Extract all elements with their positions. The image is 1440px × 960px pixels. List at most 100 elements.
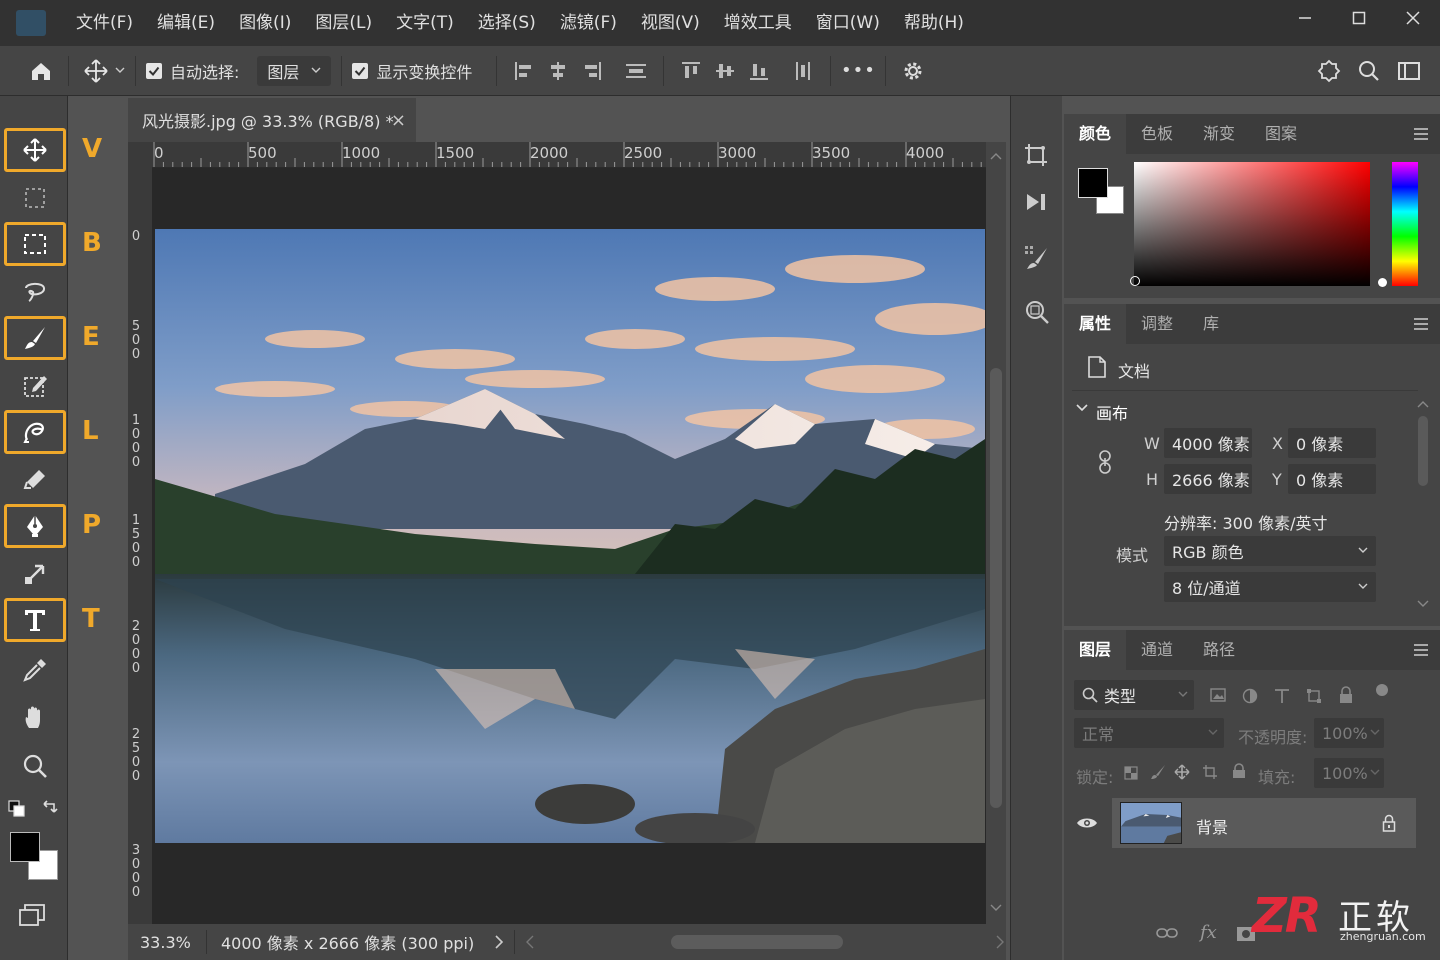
- filter-adjustment-icon[interactable]: [1242, 688, 1258, 704]
- chevron-right-icon[interactable]: [995, 935, 1005, 949]
- eye-icon[interactable]: [1076, 816, 1098, 830]
- mode-dropdown[interactable]: RGB 颜色: [1164, 536, 1376, 566]
- tab-properties[interactable]: 属性: [1064, 304, 1127, 344]
- fx-button[interactable]: fx: [1200, 922, 1217, 943]
- canvas-section-label[interactable]: 画布: [1096, 400, 1128, 424]
- scroll-thumb[interactable]: [1418, 416, 1428, 486]
- ruler-origin[interactable]: [128, 142, 152, 168]
- workspace-button[interactable]: [1392, 54, 1426, 88]
- foreground-color-swatch[interactable]: [1078, 168, 1108, 198]
- distribute-v-button[interactable]: [786, 54, 820, 88]
- crop-icon[interactable]: [1023, 142, 1051, 170]
- tab-channels[interactable]: 通道: [1126, 630, 1188, 670]
- menu-type[interactable]: 文字(T): [384, 0, 466, 46]
- transform-tool[interactable]: [4, 552, 66, 596]
- horizontal-ruler[interactable]: 0 500 1000 1500 2000 2500 3000 3500 4000: [152, 142, 986, 168]
- filter-shape-icon[interactable]: [1306, 688, 1322, 704]
- eyedropper-tool[interactable]: [4, 648, 66, 692]
- tab-color[interactable]: 颜色: [1064, 114, 1127, 154]
- timeline-play-icon[interactable]: [1023, 188, 1051, 216]
- menu-view[interactable]: 视图(V): [629, 0, 712, 46]
- align-bottom-button[interactable]: [742, 54, 776, 88]
- pen-curve-tool[interactable]: [4, 410, 66, 454]
- vertical-scrollbar[interactable]: [986, 142, 1006, 924]
- lock-pixels-icon[interactable]: [1150, 764, 1166, 780]
- horizontal-scroll-thumb[interactable]: [671, 935, 844, 949]
- minimize-button[interactable]: [1278, 0, 1332, 36]
- lock-all-icon[interactable]: [1232, 763, 1246, 779]
- close-window-button[interactable]: [1386, 0, 1440, 36]
- brush-tool[interactable]: [4, 316, 66, 360]
- hue-slider-handle[interactable]: [1378, 278, 1387, 287]
- chevron-down-icon[interactable]: [115, 67, 125, 75]
- filter-toggle[interactable]: [1376, 684, 1388, 696]
- menu-layer[interactable]: 图层(L): [303, 0, 384, 46]
- search-button[interactable]: [1352, 54, 1386, 88]
- screen-mode-button[interactable]: [18, 902, 48, 928]
- canvas-image[interactable]: [155, 229, 985, 843]
- magnify-glyph-icon[interactable]: [1023, 298, 1051, 326]
- brush-settings-icon[interactable]: [1023, 244, 1051, 272]
- tab-adjustments[interactable]: 调整: [1126, 304, 1188, 344]
- document-info[interactable]: 4000 像素 x 2666 像素 (300 ppi): [221, 930, 474, 954]
- filter-pixel-icon[interactable]: [1210, 688, 1226, 702]
- chevron-left-icon[interactable]: [525, 935, 535, 949]
- align-top-button[interactable]: [674, 54, 708, 88]
- scroll-thumb[interactable]: [990, 368, 1002, 808]
- filter-smart-object-icon[interactable]: [1338, 686, 1354, 704]
- artboard-tool[interactable]: [4, 176, 66, 220]
- tab-paths[interactable]: 路径: [1188, 630, 1250, 670]
- home-button[interactable]: [24, 54, 58, 88]
- document-tab[interactable]: 风光摄影.jpg @ 33.3% (RGB/8) * ×: [128, 98, 416, 142]
- tab-gradients[interactable]: 渐变: [1188, 114, 1250, 154]
- swap-colors-icon[interactable]: [40, 800, 60, 820]
- zoom-level[interactable]: 33.3%: [140, 933, 202, 952]
- move-tool[interactable]: [4, 128, 66, 172]
- layer-filter-dropdown[interactable]: 类型: [1074, 680, 1194, 710]
- auto-select-checkbox[interactable]: [146, 62, 162, 79]
- color-panel-swatches[interactable]: [1078, 168, 1126, 216]
- menu-filter[interactable]: 滤镜(F): [548, 0, 629, 46]
- color-picker-cursor[interactable]: [1130, 276, 1140, 286]
- distribute-h-button[interactable]: [619, 54, 653, 88]
- menu-plugins[interactable]: 增效工具: [712, 0, 804, 46]
- zoom-tool[interactable]: [4, 744, 66, 788]
- align-left-button[interactable]: [507, 54, 541, 88]
- layer-row[interactable]: 背景: [1112, 798, 1416, 848]
- link-icon[interactable]: [1098, 450, 1112, 474]
- panel-menu-icon[interactable]: [1414, 644, 1428, 659]
- menu-help[interactable]: 帮助(H): [892, 0, 976, 46]
- panel-menu-icon[interactable]: [1414, 318, 1428, 333]
- marquee-tool[interactable]: [4, 222, 66, 266]
- more-options-button[interactable]: •••: [841, 54, 875, 88]
- chevron-down-icon[interactable]: [1076, 404, 1088, 412]
- edit-tool[interactable]: [4, 364, 66, 408]
- tab-libraries[interactable]: 库: [1188, 304, 1234, 344]
- blend-mode-dropdown[interactable]: 正常: [1074, 718, 1224, 748]
- discover-button[interactable]: [1312, 54, 1346, 88]
- chevron-right-icon[interactable]: [494, 935, 504, 949]
- opacity-field[interactable]: 100%: [1314, 718, 1384, 748]
- hue-slider[interactable]: [1392, 162, 1418, 286]
- tab-swatches[interactable]: 色板: [1126, 114, 1188, 154]
- vertical-ruler[interactable]: 0 500 1000 1500 2000 2500 3000: [128, 168, 152, 924]
- default-colors-icon[interactable]: [8, 800, 26, 818]
- width-field[interactable]: 4000 像素: [1164, 428, 1252, 458]
- menu-file[interactable]: 文件(F): [64, 0, 145, 46]
- link-layers-icon[interactable]: [1156, 926, 1178, 940]
- lock-transparent-icon[interactable]: [1124, 766, 1138, 780]
- color-field[interactable]: [1130, 162, 1370, 286]
- close-tab-button[interactable]: ×: [391, 110, 406, 131]
- lock-position-icon[interactable]: [1174, 764, 1190, 780]
- panel-menu-icon[interactable]: [1414, 128, 1428, 143]
- tab-layers[interactable]: 图层: [1064, 630, 1127, 670]
- lasso-tool[interactable]: [4, 270, 66, 314]
- foreground-background-colors[interactable]: [10, 832, 60, 882]
- hand-tool[interactable]: [4, 696, 66, 740]
- fill-field[interactable]: 100%: [1314, 758, 1384, 788]
- align-right-button[interactable]: [575, 54, 609, 88]
- foreground-color-swatch[interactable]: [10, 832, 40, 862]
- pen-tool[interactable]: [4, 504, 66, 548]
- bit-depth-dropdown[interactable]: 8 位/通道: [1164, 572, 1376, 602]
- align-middle-button[interactable]: [708, 54, 742, 88]
